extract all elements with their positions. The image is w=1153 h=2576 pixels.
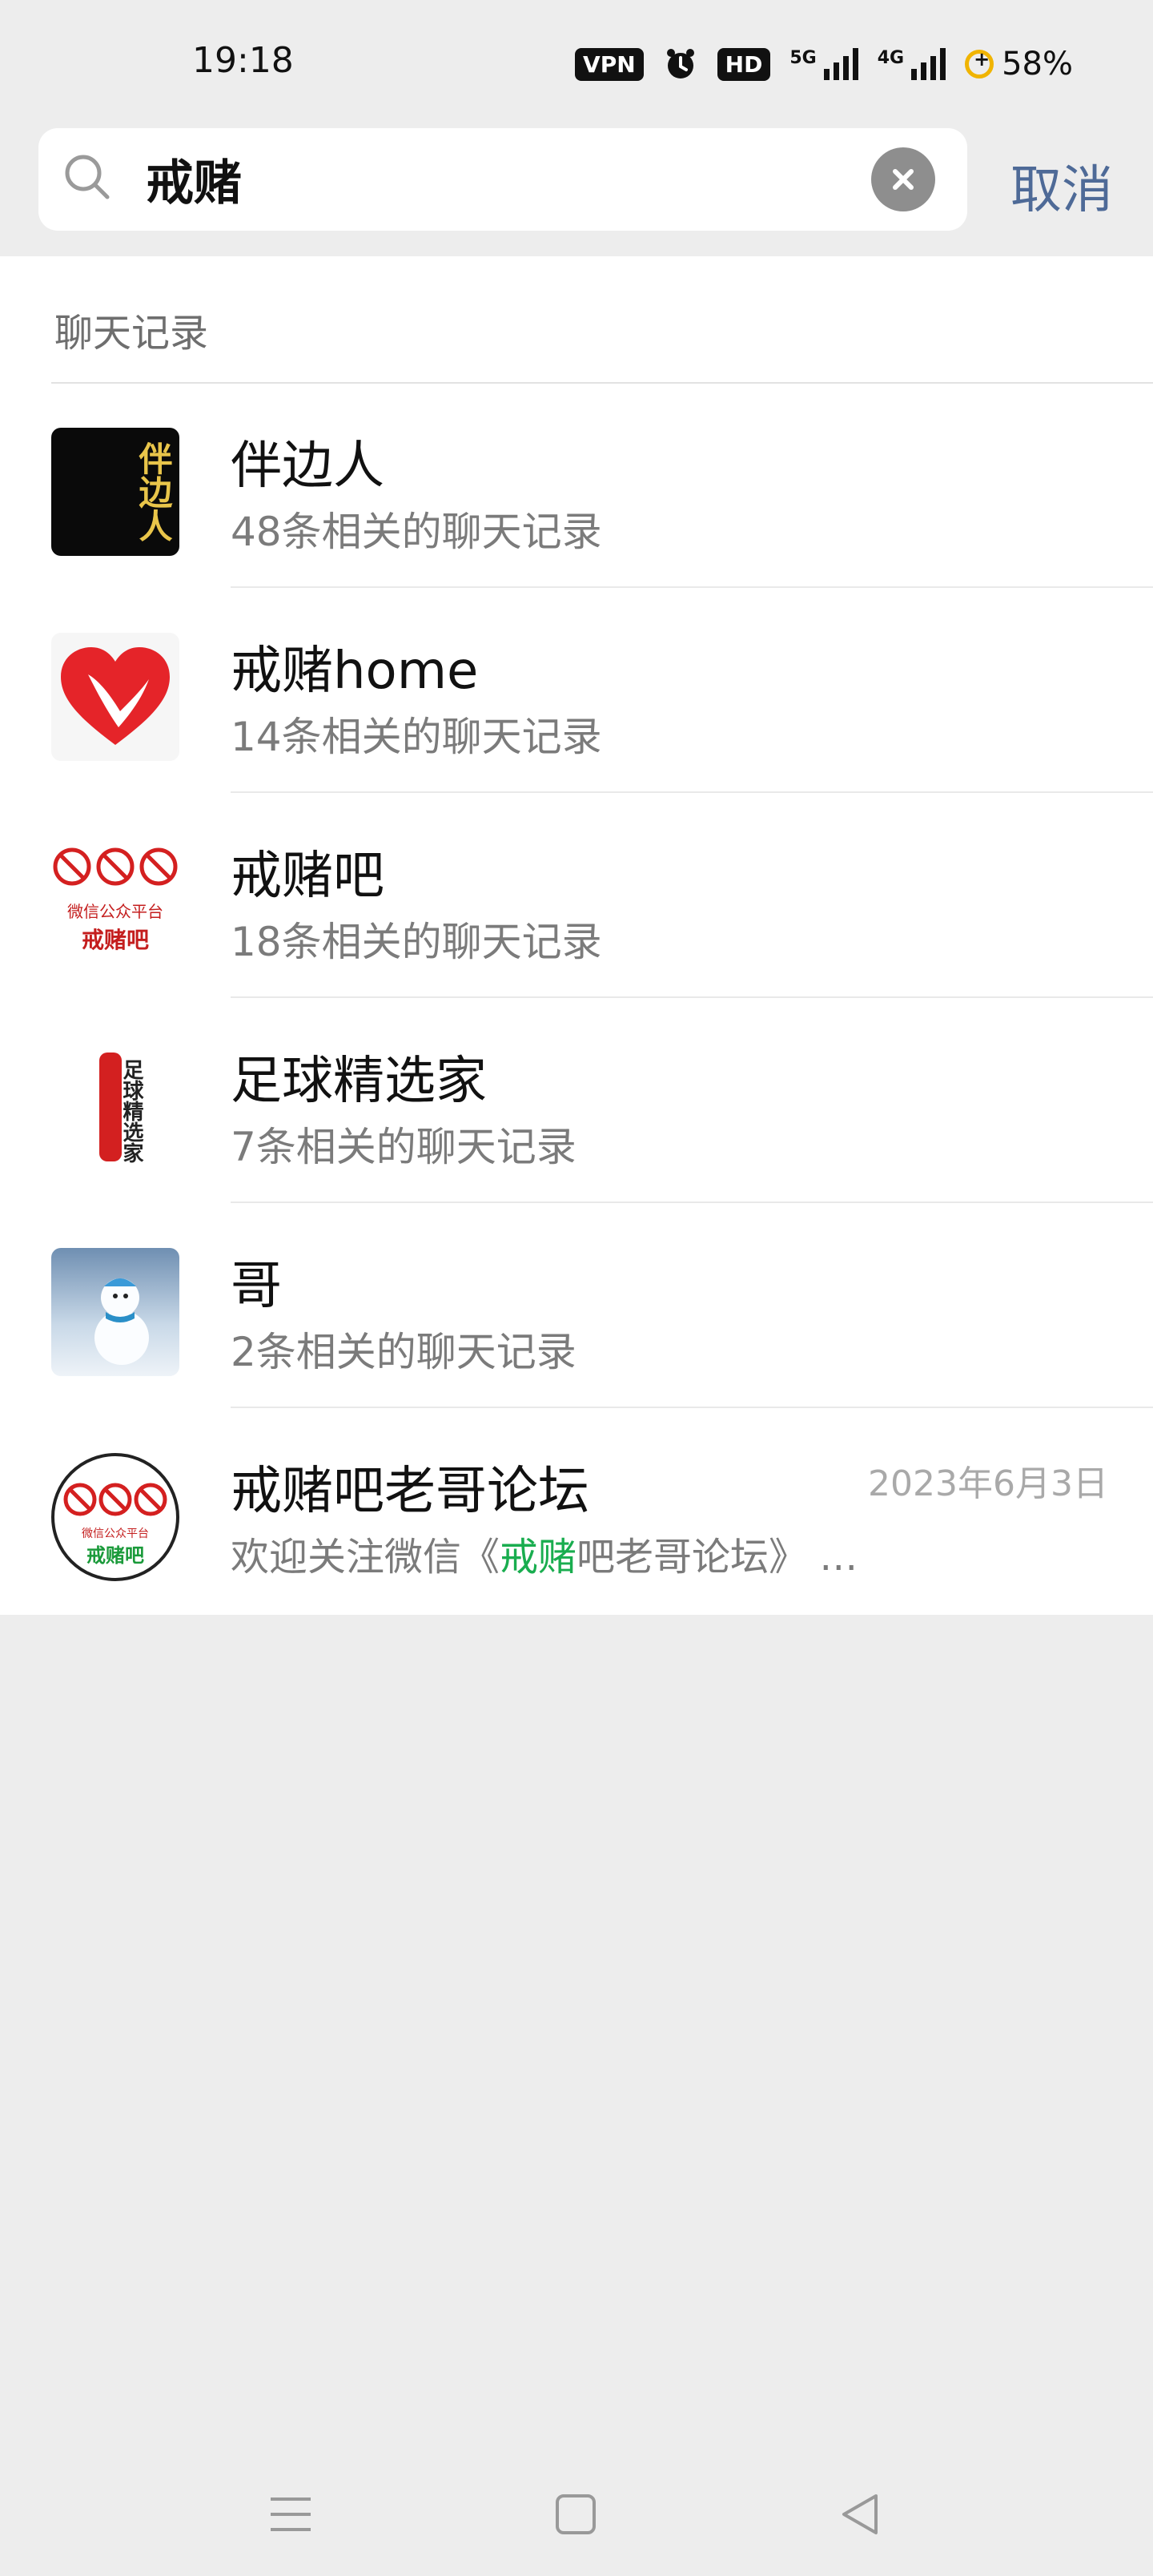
- subtitle-prefix: 欢迎关注微信《: [231, 1535, 500, 1580]
- avatar-caption-top: 微信公众平台: [82, 1527, 149, 1540]
- result-subtitle: 7条相关的聊天记录: [231, 1124, 576, 1170]
- result-name: 戒赌吧老哥论坛: [231, 1462, 589, 1521]
- hd-badge: HD: [717, 47, 771, 81]
- search-results: 聊天记录 伴边人 伴边人 48条相关的聊天记录 戒赌home 14条相关的聊天记…: [0, 256, 1153, 1615]
- snowman-icon: [94, 1278, 149, 1365]
- result-row-football[interactable]: 足球精选家 足球精选家 7条相关的聊天记录: [0, 998, 1153, 1203]
- status-icons: VPN HD 5G 4G 58%: [575, 42, 1073, 87]
- result-date: 2023年6月3日: [868, 1463, 1108, 1504]
- result-row-banbianren[interactable]: 伴边人 伴边人 48条相关的聊天记录: [0, 383, 1153, 588]
- result-row-jieduhome[interactable]: 戒赌home 14条相关的聊天记录: [0, 588, 1153, 793]
- search-bar[interactable]: [38, 128, 967, 231]
- vpn-badge: VPN: [575, 47, 644, 81]
- result-subtitle: 欢迎关注微信《戒赌吧老哥论坛》 …: [231, 1525, 858, 1581]
- status-bar: 19:18 VPN HD 5G 4G 58%: [0, 0, 1153, 128]
- signal-4g-icon: 4G: [878, 48, 946, 80]
- result-subtitle: 48条相关的聊天记录: [231, 509, 602, 555]
- avatar-jieduba-forum: 微信公众平台 戒赌吧: [51, 1453, 179, 1581]
- result-name: 戒赌home: [231, 642, 479, 701]
- alarm-icon: [666, 49, 694, 78]
- back-icon[interactable]: [833, 2486, 889, 2542]
- section-title-chat-history: 聊天记录: [54, 311, 209, 356]
- search-input[interactable]: [146, 151, 850, 207]
- result-name: 伴边人: [231, 437, 384, 496]
- search-icon: [65, 155, 110, 199]
- battery-indicator: 58%: [965, 46, 1073, 83]
- result-name: 哥: [231, 1257, 282, 1316]
- avatar-logo-text: 伴边人: [134, 441, 173, 542]
- result-subtitle: 2条相关的聊天记录: [231, 1329, 576, 1375]
- avatar-jieduba: 微信公众平台 戒赌吧: [51, 838, 179, 966]
- avatar-banbianren: 伴边人: [51, 428, 179, 556]
- menu-icon[interactable]: [263, 2486, 319, 2542]
- heart-hand-icon: [61, 647, 170, 745]
- result-subtitle: 18条相关的聊天记录: [231, 919, 602, 965]
- avatar-caption-bottom: 戒赌吧: [81, 927, 149, 953]
- battery-percent: 58%: [1002, 46, 1073, 83]
- avatar-football: 足球精选家: [51, 1043, 179, 1171]
- clear-icon: [893, 169, 914, 190]
- avatar-jieduhome: [51, 633, 179, 761]
- signal-5g-icon: 5G: [789, 48, 858, 80]
- result-row-ge[interactable]: 哥 2条相关的聊天记录: [0, 1203, 1153, 1408]
- avatar-caption-top: 微信公众平台: [67, 902, 163, 921]
- cancel-button[interactable]: 取消: [1010, 149, 1113, 223]
- subtitle-highlight: 戒赌: [500, 1535, 577, 1580]
- system-nav-bar: [0, 2451, 1153, 2555]
- avatar-caption-bottom: 戒赌吧: [86, 1544, 144, 1567]
- result-name: 足球精选家: [231, 1052, 487, 1111]
- status-time: 19:18: [192, 40, 294, 81]
- battery-saver-icon: [965, 48, 994, 78]
- result-row-jieduba[interactable]: 微信公众平台 戒赌吧 戒赌吧 18条相关的聊天记录: [0, 793, 1153, 998]
- avatar-logo-text: 足球精选家: [119, 1059, 143, 1163]
- clear-search-button[interactable]: [871, 147, 935, 211]
- result-row-jieduba-forum[interactable]: 微信公众平台 戒赌吧 戒赌吧老哥论坛 2023年6月3日 欢迎关注微信《戒赌吧老…: [0, 1408, 1153, 1613]
- result-subtitle: 14条相关的聊天记录: [231, 714, 602, 760]
- subtitle-suffix: 吧老哥论坛》 …: [576, 1535, 858, 1580]
- home-icon[interactable]: [548, 2486, 604, 2542]
- no-gambling-icons: [53, 847, 178, 886]
- result-name: 戒赌吧: [231, 847, 384, 906]
- no-gambling-icons: [63, 1483, 167, 1516]
- avatar-snowman: [51, 1248, 179, 1376]
